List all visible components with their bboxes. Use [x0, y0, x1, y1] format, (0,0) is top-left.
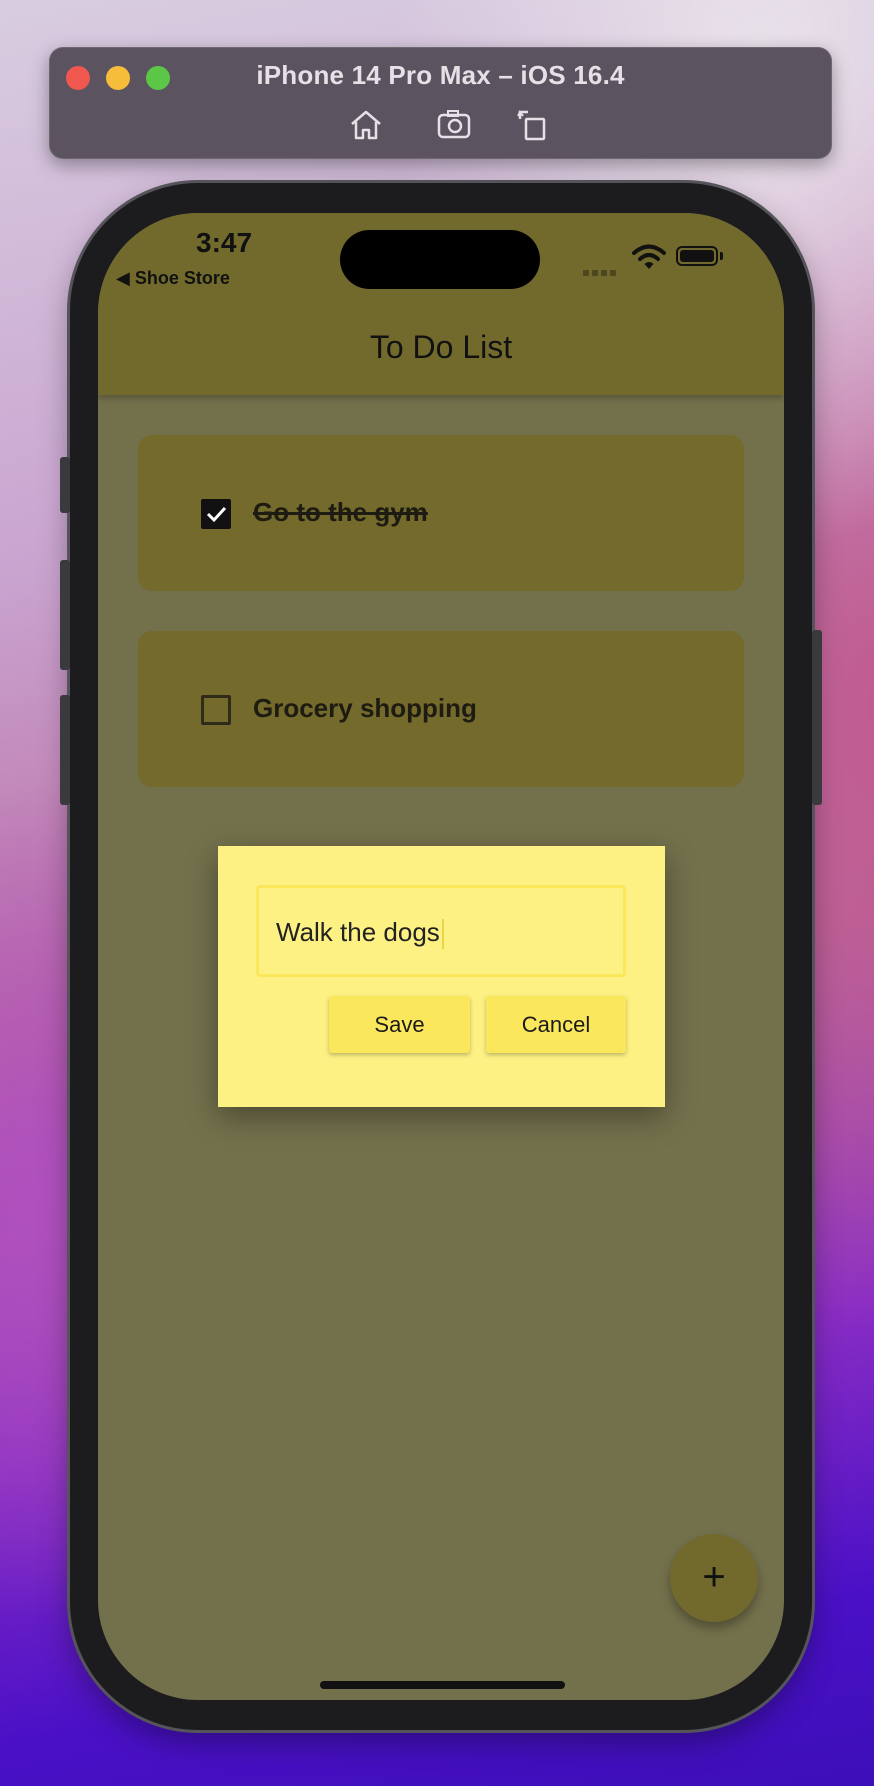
- task-input[interactable]: Walk the dogs: [256, 885, 626, 977]
- task-input-value: Walk the dogs: [276, 917, 440, 947]
- volume-down-button: [60, 695, 70, 805]
- task-label: Go to the gym: [253, 497, 428, 527]
- cellular-signal-icon: [583, 263, 619, 281]
- phone-screen: 3:47 ◀ Shoe Store To Do List Go to the g…: [98, 213, 784, 1700]
- page-title: To Do List: [369, 329, 513, 365]
- task-label: Grocery shopping: [253, 693, 477, 723]
- back-to-app-link[interactable]: ◀ Shoe Store: [116, 268, 230, 289]
- checkmark-icon: [206, 506, 227, 523]
- cancel-button[interactable]: Cancel: [486, 996, 626, 1053]
- battery-cap: [720, 252, 723, 260]
- add-task-dialog: Walk the dogs Save Cancel: [218, 846, 665, 1107]
- home-indicator[interactable]: [320, 1681, 565, 1689]
- status-time: 3:47: [196, 227, 253, 258]
- simulator-title: iPhone 14 Pro Max – iOS 16.4: [256, 60, 625, 90]
- battery-icon: [676, 246, 718, 266]
- wifi-icon: [632, 244, 666, 269]
- simulator-toolbar: iPhone 14 Pro Max – iOS 16.4: [49, 47, 832, 159]
- task-checkbox-unchecked[interactable]: [201, 695, 231, 725]
- task-card[interactable]: Grocery shopping: [138, 631, 744, 787]
- screenshot-icon[interactable]: [435, 105, 475, 145]
- add-task-button[interactable]: +: [670, 1534, 758, 1622]
- rotate-icon[interactable]: [514, 105, 554, 145]
- save-button[interactable]: Save: [329, 996, 470, 1053]
- dynamic-island: [340, 230, 540, 289]
- task-checkbox-checked[interactable]: [201, 499, 231, 529]
- text-caret: [441, 919, 444, 950]
- volume-up-button: [60, 560, 70, 670]
- home-icon[interactable]: [346, 105, 386, 145]
- mute-switch: [60, 457, 70, 513]
- task-card[interactable]: Go to the gym: [138, 435, 744, 591]
- power-button: [812, 630, 822, 805]
- app-bar: 3:47 ◀ Shoe Store To Do List: [98, 213, 784, 395]
